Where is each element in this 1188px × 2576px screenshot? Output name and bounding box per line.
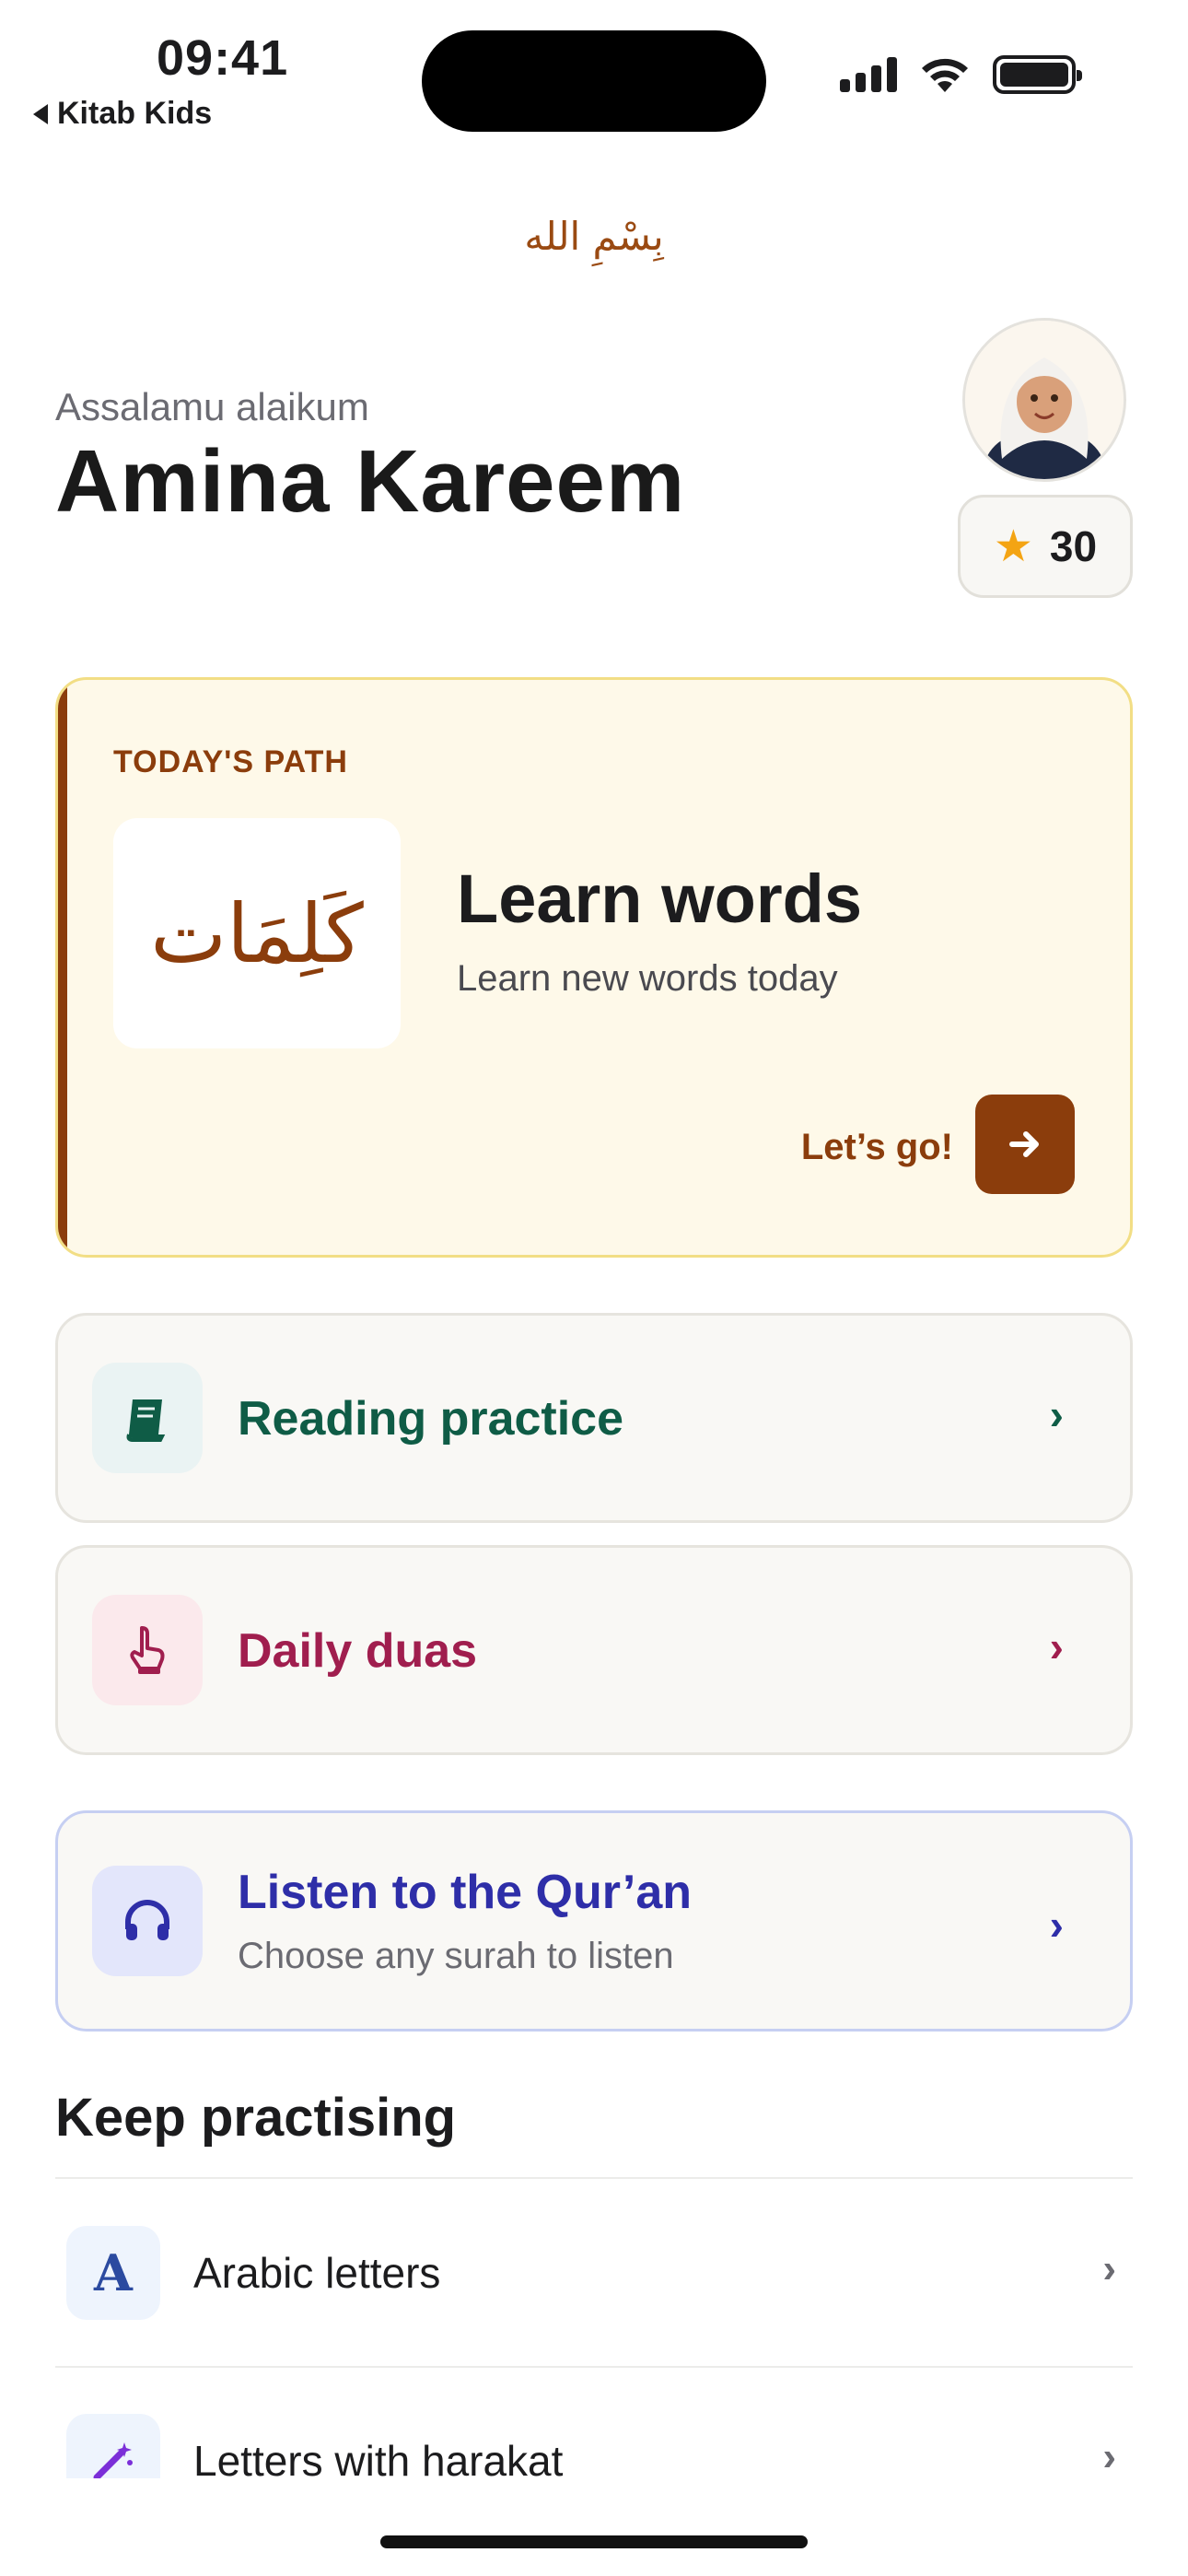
wifi-icon [922,58,968,92]
chevron-right-icon: › [1049,1901,1064,1949]
arrow-right-icon [1009,1131,1039,1157]
chevron-right-icon: › [1102,2246,1116,2291]
status-bar: 09:41 Kitab Kids [0,0,1188,157]
letter-a-icon: A [66,2226,160,2320]
user-name: Amina Kareem [55,432,686,531]
daily-duas-label: Daily duas [238,1624,478,1678]
reading-practice-label: Reading practice [238,1392,624,1446]
back-app-label: Kitab Kids [57,96,213,131]
avatar[interactable] [962,318,1126,482]
home-indicator[interactable] [380,2535,808,2548]
todays-path-card[interactable]: TODAY'S PATH كَلِمَات Learn words Learn … [55,677,1133,1258]
status-time: 09:41 [157,30,289,86]
back-to-app-button[interactable]: Kitab Kids [33,96,212,132]
lets-go-label[interactable]: Let’s go! [801,1127,953,1168]
headphones-icon [92,1866,203,1976]
list-item-label: Arabic letters [193,2249,441,2297]
book-icon [92,1363,203,1473]
chevron-right-icon: › [1102,2434,1116,2479]
points-count: 30 [1049,522,1098,570]
lets-go-button[interactable] [975,1095,1075,1194]
system-icons [840,55,1082,94]
battery-icon [993,55,1082,94]
todays-path-label: TODAY'S PATH [113,744,348,779]
chevron-right-icon: › [1049,1390,1064,1438]
divider [55,2177,1133,2179]
listen-quran-subtitle: Choose any surah to listen [238,1936,674,1976]
path-title: Learn words [457,861,862,937]
keep-practising-heading: Keep practising [55,2088,457,2148]
praying-hand-icon [92,1595,203,1705]
bottom-safe-area [0,2478,1188,2576]
daily-duas-card[interactable]: Daily duas › [55,1545,1133,1755]
card-accent-bar [58,680,67,1255]
dynamic-island [422,30,766,132]
list-item-arabic-letters[interactable]: A Arabic letters › [55,2180,1133,2364]
path-subtitle: Learn new words today [457,958,838,999]
reading-practice-card[interactable]: Reading practice › [55,1313,1133,1523]
star-icon: ★ [993,522,1033,571]
child-avatar-illustration [965,321,1124,479]
greeting-text: Assalamu alaikum [55,385,369,428]
listen-quran-card[interactable]: Listen to the Qur’an Choose any surah to… [55,1810,1133,2032]
listen-quran-label: Listen to the Qur’an [238,1866,693,1919]
points-badge[interactable]: ★ 30 [958,495,1133,598]
back-arrow-icon [33,103,48,124]
arabic-word: كَلِمَات [150,885,364,981]
arabic-word-tile: كَلِمَات [113,818,401,1048]
bismillah-text: بِسْمِ الله [524,214,664,259]
cellular-signal-icon [840,57,897,92]
chevron-right-icon: › [1049,1622,1064,1670]
